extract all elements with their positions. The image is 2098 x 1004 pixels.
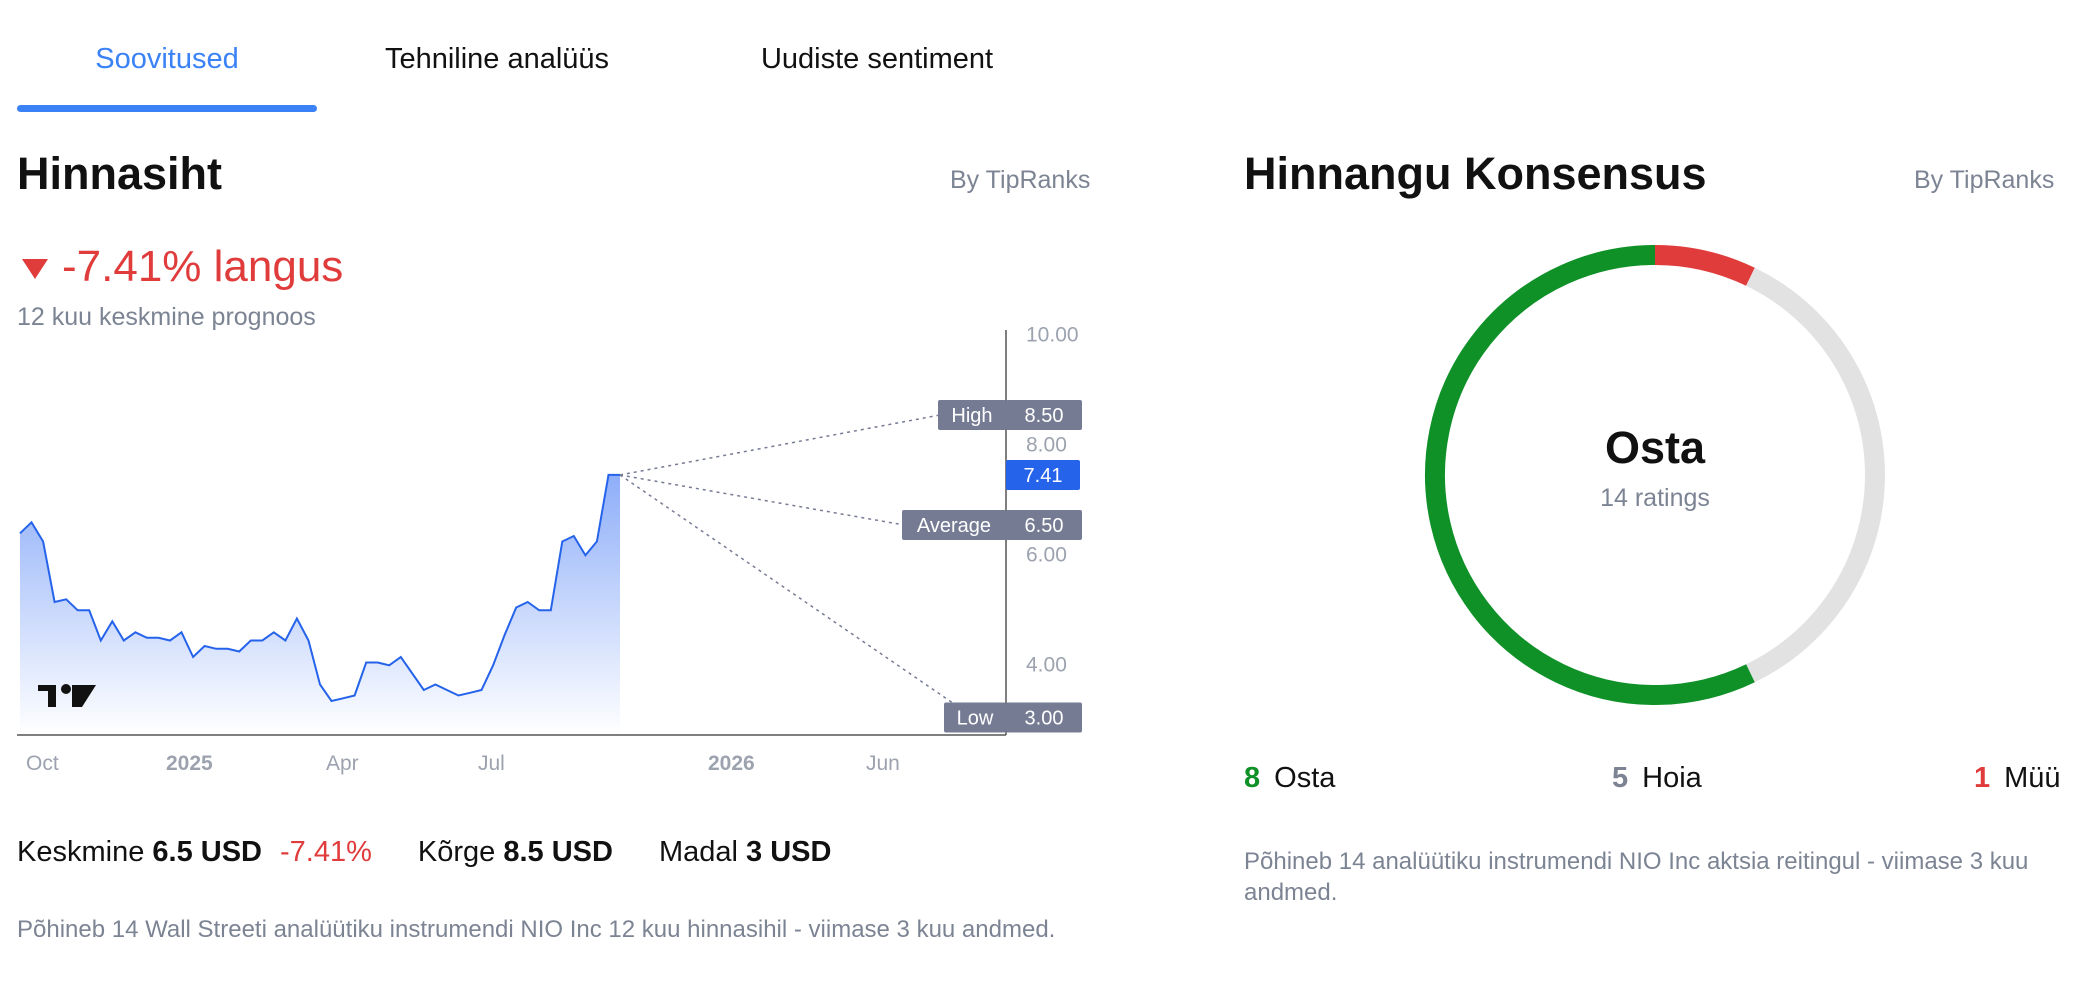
ratings-count: 14 ratings: [1600, 483, 1710, 512]
tab-uudiste-sentiment[interactable]: Uudiste sentiment: [677, 0, 1077, 112]
y-tick-label: 10.00: [1026, 324, 1079, 347]
current-price-value: 7.41: [1024, 465, 1063, 487]
avg-label: Keskmine: [17, 836, 145, 868]
target-label: High: [951, 405, 992, 427]
consensus-title: Hinnangu Konsensus: [1244, 148, 1707, 199]
target-line: [619, 414, 941, 476]
target-value: 3.00: [1025, 708, 1064, 730]
sell-count: 1 Müü: [1974, 762, 2061, 795]
consensus-note: Põhineb 14 analüütiku instrumendi NIO In…: [1244, 848, 2029, 906]
target-label: Average: [917, 515, 991, 537]
sell-count-number: 1: [1974, 762, 1991, 794]
price-summary: Keskmine 6.5 USD -7.41% Kõrge 8.5 USD Ma…: [17, 836, 831, 869]
price-target-chart: 10.00 8.00 6.00 4.00 Oct 2025 Apr Jul 2026 Jun Hig…: [17, 324, 1082, 775]
low-value: 3 USD: [746, 836, 832, 868]
tab-soovitused[interactable]: Soovitused: [17, 0, 317, 112]
target-value: 6.50: [1025, 515, 1064, 537]
avg-value: 6.5 USD: [152, 836, 262, 868]
target-line: [619, 474, 905, 526]
price-area: [20, 474, 620, 735]
buy-count-number: 8: [1244, 762, 1261, 794]
active-tab-indicator: [17, 105, 317, 112]
avg-change: -7.41%: [280, 836, 372, 868]
x-tick-label: Jul: [478, 752, 505, 775]
consensus-rating: Osta: [1604, 421, 1706, 473]
price-change-text: -7.41% langus: [62, 242, 344, 291]
tab-label: Uudiste sentiment: [760, 43, 994, 75]
y-tick-label: 4.00: [1026, 654, 1067, 677]
buy-count: 8 Osta: [1244, 762, 1335, 795]
y-tick-label: 6.00: [1026, 544, 1067, 567]
x-tick-label: 2025: [166, 752, 213, 775]
x-tick-label: Jun: [866, 752, 900, 775]
high-label: Kõrge: [417, 836, 496, 868]
target-label: Low: [957, 708, 994, 730]
tab-label: Tehniline analüüs: [384, 43, 610, 75]
target-value: 8.50: [1025, 405, 1064, 427]
price-target-note: Põhineb 14 Wall Streeti analüütiku instr…: [17, 916, 1056, 943]
buy-count-label: Osta: [1274, 762, 1336, 794]
hold-count: 5 Hoia: [1612, 762, 1702, 795]
hold-count-label: Hoia: [1642, 762, 1702, 794]
tab-label: Soovitused: [95, 43, 239, 75]
x-tick-label: Apr: [326, 752, 359, 775]
price-target-source[interactable]: By TipRanks: [950, 166, 1090, 195]
price-target-title: Hinnasiht: [17, 148, 223, 199]
high-value: 8.5 USD: [503, 836, 613, 868]
x-tick-label: Oct: [26, 752, 59, 775]
y-tick-label: 8.00: [1026, 434, 1067, 457]
low-label: Madal: [658, 836, 738, 868]
hold-count-number: 5: [1612, 762, 1629, 794]
sell-count-label: Müü: [2004, 762, 2061, 794]
x-tick-label: 2026: [708, 752, 755, 775]
price-change: -7.41% langus: [22, 242, 343, 292]
tab-tehniline-analuus[interactable]: Tehniline analüüs: [317, 0, 677, 112]
consensus-source[interactable]: By TipRanks: [1914, 166, 2054, 195]
donut-center: Osta 14 ratings: [1420, 240, 1890, 710]
down-triangle-icon: [22, 259, 48, 279]
tab-bar: Soovitused Tehniline analüüs Uudiste sen…: [17, 0, 1077, 112]
